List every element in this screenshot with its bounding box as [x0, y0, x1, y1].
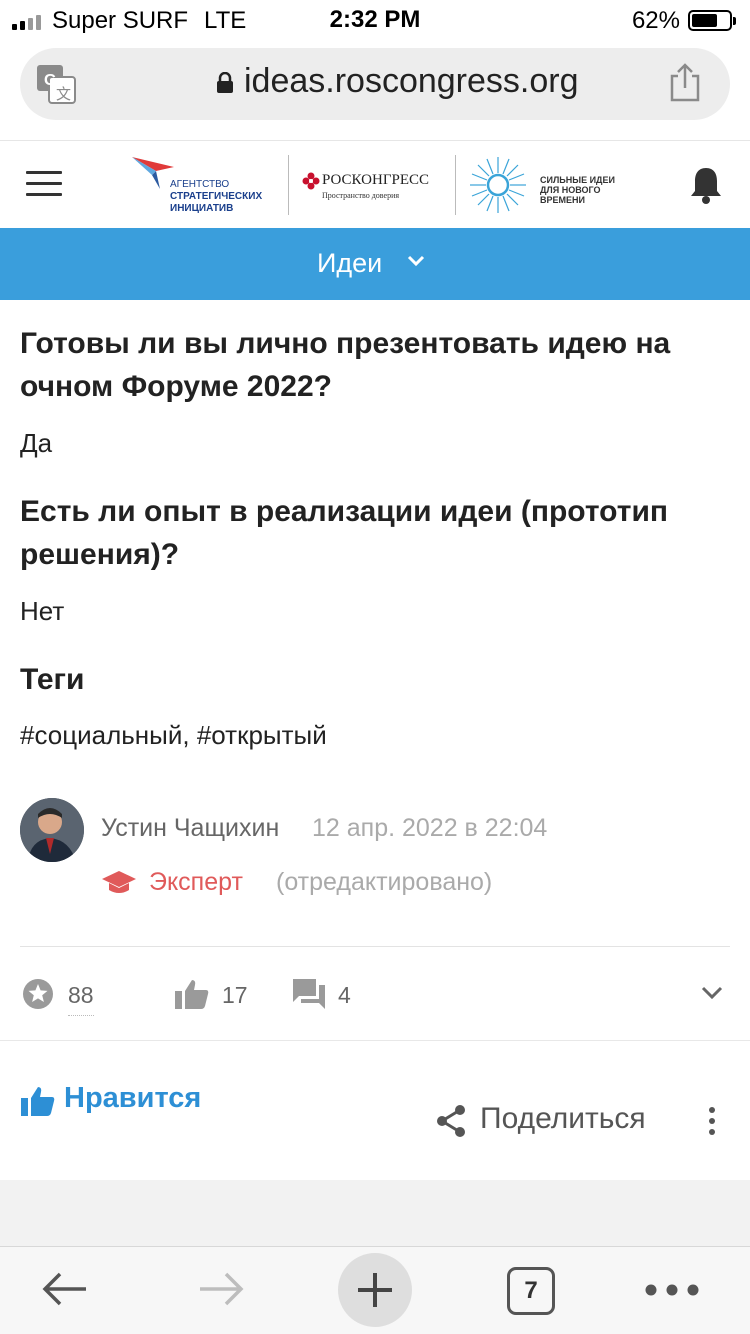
question-heading: Готовы ли вы лично презентовать идею на … — [20, 327, 671, 403]
chevron-down-icon[interactable] — [700, 984, 724, 1002]
page-background — [0, 1180, 750, 1246]
divider — [0, 1040, 750, 1041]
lock-icon — [217, 72, 233, 93]
bell-icon[interactable] — [688, 165, 724, 205]
browser-toolbar: 7 — [0, 1246, 750, 1334]
asi-logo[interactable]: АГЕНТСТВО СТРАТЕГИЧЕСКИХ ИНИЦИАТИВ — [130, 153, 280, 217]
post-date: 12 апр. 2022 в 22:04 — [312, 814, 548, 842]
author-name[interactable]: Устин Чащихин — [101, 814, 279, 843]
strong-ideas-line-2: ДЛЯ НОВОГО — [540, 185, 601, 195]
idea-content: Готовы ли вы лично презентовать идею на … — [0, 300, 750, 1180]
comments-count: 4 — [338, 982, 351, 1008]
star-icon[interactable] — [22, 978, 54, 1010]
likes-count: 17 — [222, 982, 248, 1008]
status-bar: Super SURF LTE 2:32 PM 62% — [0, 0, 750, 42]
question-heading: Есть ли опыт в реализации идеи (прототип… — [20, 495, 669, 571]
more-horizontal-icon[interactable] — [644, 1283, 700, 1297]
graduation-cap-icon — [102, 871, 136, 893]
header-divider — [288, 155, 289, 215]
url-text[interactable]: ideas.roscongress.org — [244, 62, 579, 101]
strong-ideas-logo[interactable]: СИЛЬНЫЕ ИДЕИ ДЛЯ НОВОГО ВРЕМЕНИ — [468, 153, 628, 217]
nav-ideas-label[interactable]: Идеи — [317, 248, 382, 279]
translate-icon[interactable]: G 文 — [36, 64, 76, 104]
battery-icon — [688, 10, 736, 31]
svg-text:文: 文 — [56, 86, 71, 103]
like-label: Нравится — [64, 1082, 202, 1114]
question-answer: Да — [20, 428, 53, 458]
strong-ideas-line-1: СИЛЬНЫЕ ИДЕИ — [540, 175, 615, 185]
strong-ideas-line-3: ВРЕМЕНИ — [540, 195, 585, 205]
question-answer: Нет — [20, 596, 65, 626]
roscongress-tagline: Пространство доверия — [322, 191, 400, 200]
share-label: Поделиться — [480, 1102, 646, 1135]
author-avatar[interactable] — [20, 798, 84, 862]
back-arrow-icon[interactable] — [40, 1269, 90, 1309]
expert-badge: Эксперт — [149, 868, 243, 896]
share-button[interactable]: Поделиться — [436, 1100, 676, 1140]
section-nav[interactable]: Идеи — [0, 228, 750, 300]
edited-label: (отредактировано) — [276, 868, 493, 896]
thumbs-up-icon — [21, 1087, 55, 1116]
roscongress-logo[interactable]: РОСКОНГРЕСС Пространство доверия — [300, 169, 450, 209]
sunburst-icon — [470, 157, 526, 213]
thumbs-up-icon[interactable] — [174, 978, 210, 1010]
share-nodes-icon — [437, 1105, 465, 1137]
roscongress-name: РОСКОНГРЕСС — [322, 172, 430, 188]
tags-list[interactable]: #социальный, #открытый — [20, 720, 327, 751]
divider — [20, 946, 730, 947]
share-icon[interactable] — [668, 62, 702, 102]
asi-logo-line-1: АГЕНТСТВО — [170, 179, 230, 190]
asi-logo-line-3: ИНИЦИАТИВ — [170, 203, 234, 214]
new-tab-button[interactable] — [338, 1253, 412, 1327]
tab-switcher-button[interactable]: 7 — [507, 1267, 555, 1315]
site-header: АГЕНТСТВО СТРАТЕГИЧЕСКИХ ИНИЦИАТИВ РОСКО… — [0, 140, 750, 228]
forward-arrow-icon[interactable] — [196, 1269, 246, 1309]
plus-icon — [358, 1273, 392, 1307]
roscongress-flower-icon — [302, 172, 320, 190]
asi-logo-line-2: СТРАТЕГИЧЕСКИХ — [170, 191, 263, 202]
rating-count[interactable]: 88 — [68, 982, 94, 1016]
battery-percent: 62% — [631, 7, 680, 34]
hamburger-menu-icon[interactable] — [26, 171, 62, 197]
more-vertical-icon[interactable] — [704, 1106, 720, 1136]
address-bar[interactable]: G 文 ideas.roscongress.org — [20, 48, 730, 120]
header-divider — [455, 155, 456, 215]
chevron-down-icon[interactable] — [406, 253, 426, 269]
tags-heading: Теги — [20, 663, 85, 696]
svg-text:G: G — [44, 72, 56, 89]
comments-icon[interactable] — [292, 978, 326, 1010]
